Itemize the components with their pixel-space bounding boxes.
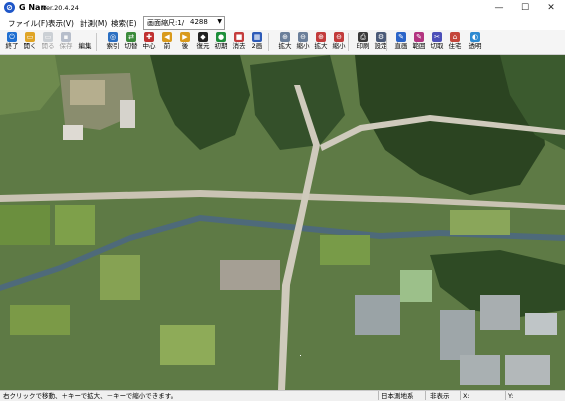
toolbar-label: 2画: [251, 42, 263, 50]
toolbar-button-7[interactable]: ✚ 中心: [140, 31, 158, 53]
toolbar-label: 後: [181, 42, 189, 50]
status-bar: 右クリックで移動、＋キーで拡大、－キーで縮小できます。 日本測地系 非表示 X:…: [0, 390, 565, 401]
toolbar-button-3[interactable]: ▪ 保存: [57, 31, 75, 53]
menu-view[interactable]: 表示(V): [48, 18, 74, 29]
scale-dropdown[interactable]: 画面縮尺:1/ 4288 ▼: [143, 16, 225, 30]
toolbar-label: 開く: [23, 42, 37, 50]
toolbar-button-11[interactable]: ● 初期: [212, 31, 230, 53]
toolbar-label: 索引: [106, 42, 120, 50]
print-icon: ⎙: [358, 32, 368, 42]
toolbar-label: 切替: [124, 42, 138, 50]
toolbar-button-18[interactable]: ⎙ 印刷: [354, 31, 372, 53]
toolbar-label: 縮小: [332, 42, 346, 50]
toolbar-button-9[interactable]: ▶ 後: [176, 31, 194, 53]
toolbar-button-22[interactable]: ✂ 切取: [428, 31, 446, 53]
toolbar-separator: [386, 33, 387, 51]
toolbar-label: 消去: [232, 42, 246, 50]
maximize-button[interactable]: ☐: [512, 0, 538, 16]
zoom-out-red-icon: ⊖: [334, 32, 344, 42]
app-logo-icon: ⊘: [4, 2, 15, 13]
switch-icon: ⇄: [126, 32, 136, 42]
toolbar-button-4[interactable]: 編集: [76, 31, 94, 53]
menu-bar: ファイル(F) 表示(V) 計測(M) 検索(E): [0, 16, 565, 30]
toolbar-label: 住宅: [448, 42, 462, 50]
toolbar-button-14[interactable]: ⊕ 拡大: [276, 31, 294, 53]
toolbar-button-5[interactable]: ◎ 索引: [104, 31, 122, 53]
index-icon: ◎: [108, 32, 118, 42]
menu-measure[interactable]: 計測(M): [80, 18, 107, 29]
toolbar-separator: [348, 33, 349, 51]
toolbar-button-16[interactable]: ⊕ 拡大: [312, 31, 330, 53]
back-icon: ◀: [162, 32, 172, 42]
erase-icon: ■: [234, 32, 244, 42]
toolbar-button-13[interactable]: ▦ 2画: [248, 31, 266, 53]
toolbar-label: 終了: [5, 42, 19, 50]
toolbar: ⏻ 終了 ▭ 開く ▭ 開る ▪ 保存 編集 ◎ 索引 ⇄ 切替 ✚ 中心 ◀ 前 ▶ 後 ◆ 復元 ● 初期 ■ 消去 ▦ 2画 ⊕…: [0, 30, 565, 55]
close-button[interactable]: ✕: [538, 0, 564, 16]
toolbar-label: 初期: [214, 42, 228, 50]
toolbar-label: 設定: [374, 42, 388, 50]
restore-icon: ◆: [198, 32, 208, 42]
toolbar-button-2[interactable]: ▭ 開る: [39, 31, 57, 53]
toolbar-label: 透明: [468, 42, 482, 50]
zoom-in-icon: ⊕: [280, 32, 290, 42]
dual-screen-icon: ▦: [252, 32, 262, 42]
initial-icon: ●: [216, 32, 226, 42]
title-bar: ⊘ G Nan Ver.20.4.24 — ☐ ✕: [0, 0, 565, 16]
range-icon: ✎: [414, 32, 424, 42]
toolbar-label: 拡大: [278, 42, 292, 50]
toolbar-label: 切取: [430, 42, 444, 50]
house-icon: ⌂: [450, 32, 460, 42]
app-version: Ver.20.4.24: [42, 4, 79, 12]
exit-icon: ⏻: [7, 32, 17, 42]
toolbar-button-17[interactable]: ⊖ 縮小: [330, 31, 348, 53]
toolbar-button-21[interactable]: ✎ 範囲: [410, 31, 428, 53]
minimize-button[interactable]: —: [486, 0, 512, 16]
toolbar-button-12[interactable]: ■ 消去: [230, 31, 248, 53]
menu-file[interactable]: ファイル(F): [8, 18, 48, 29]
toolbar-button-6[interactable]: ⇄ 切替: [122, 31, 140, 53]
toolbar-label: 拡大: [314, 42, 328, 50]
scale-label: 画面縮尺:1/: [147, 19, 185, 27]
aerial-map-view[interactable]: [0, 55, 565, 390]
settings-icon: ⚙: [376, 32, 386, 42]
toolbar-button-19[interactable]: ⚙ 設定: [372, 31, 390, 53]
transparency-icon: ◐: [470, 32, 480, 42]
zoom-in-red-icon: ⊕: [316, 32, 326, 42]
toolbar-button-8[interactable]: ◀ 前: [158, 31, 176, 53]
zoom-out-icon: ⊖: [298, 32, 308, 42]
toolbar-button-1[interactable]: ▭ 開く: [21, 31, 39, 53]
toolbar-button-0[interactable]: ⏻ 終了: [3, 31, 21, 53]
toolbar-label: 保存: [59, 42, 73, 50]
toolbar-label: 開る: [41, 42, 55, 50]
toolbar-label: 範囲: [412, 42, 426, 50]
toolbar-label: 編集: [78, 42, 92, 50]
close-file-icon: ▭: [43, 32, 53, 42]
save-icon: ▪: [61, 32, 71, 42]
toolbar-button-15[interactable]: ⊖ 縮小: [294, 31, 312, 53]
menu-search[interactable]: 検索(E): [111, 18, 137, 29]
scale-value: 4288: [190, 18, 208, 26]
toolbar-label: 復元: [196, 42, 210, 50]
open-folder-icon: ▭: [25, 32, 35, 42]
toolbar-label: 直画: [394, 42, 408, 50]
toolbar-label: 縮小: [296, 42, 310, 50]
toolbar-button-20[interactable]: ✎ 直画: [392, 31, 410, 53]
toolbar-separator: [96, 33, 97, 51]
draw-line-icon: ✎: [396, 32, 406, 42]
toolbar-button-24[interactable]: ◐ 透明: [466, 31, 484, 53]
center-icon: ✚: [144, 32, 154, 42]
toolbar-label: 前: [163, 42, 171, 50]
edit-icon: [80, 32, 90, 42]
toolbar-button-23[interactable]: ⌂ 住宅: [446, 31, 464, 53]
chevron-down-icon: ▼: [217, 18, 222, 25]
aerial-photo: [0, 55, 565, 390]
toolbar-label: 印刷: [356, 42, 370, 50]
toolbar-button-10[interactable]: ◆ 復元: [194, 31, 212, 53]
toolbar-label: 中心: [142, 42, 156, 50]
toolbar-separator: [268, 33, 269, 51]
cut-icon: ✂: [432, 32, 442, 42]
forward-icon: ▶: [180, 32, 190, 42]
